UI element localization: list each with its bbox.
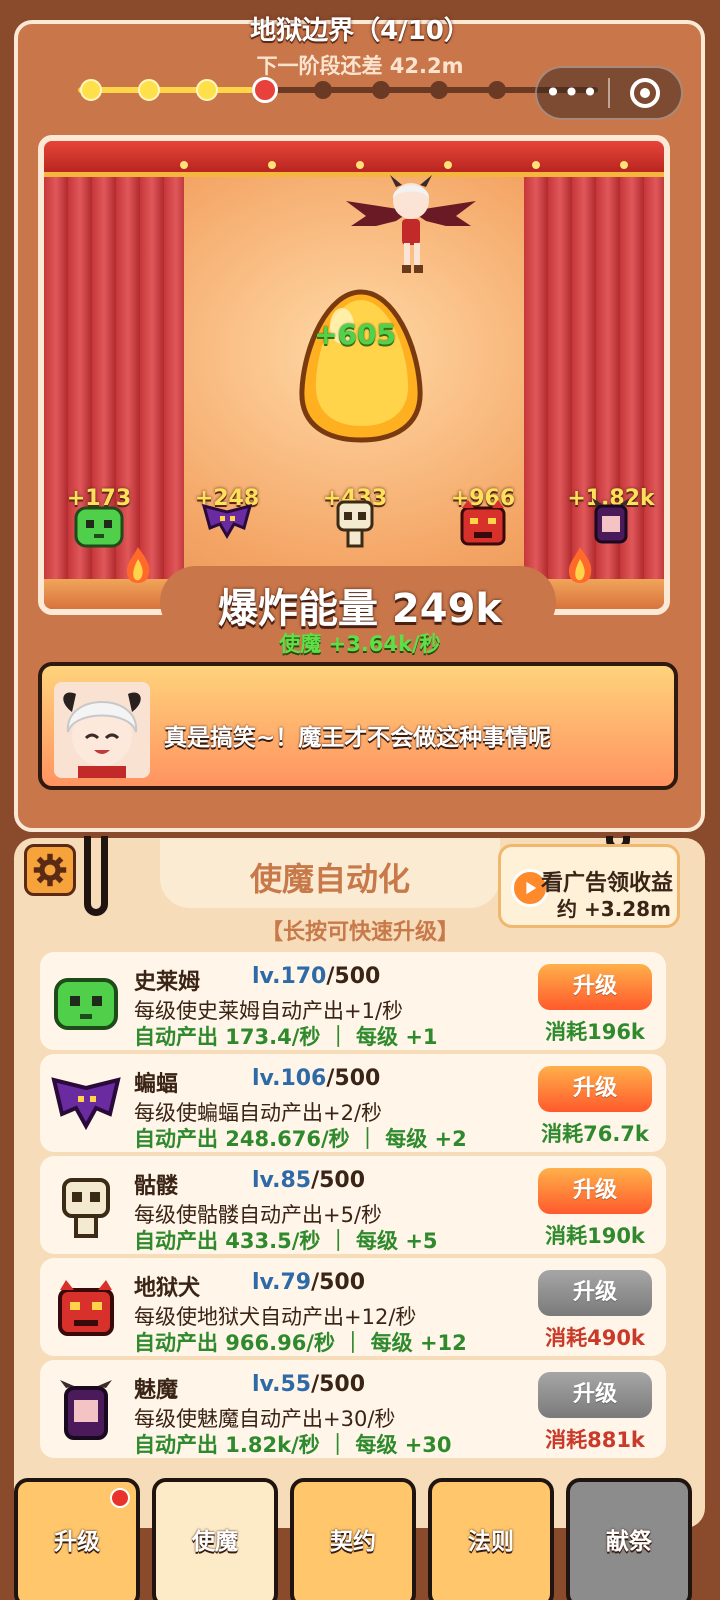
minion-auto-output: 自动产出 248.676/秒 ｜ 每级 +2 [134,1127,467,1151]
minion-name: 蝙蝠 [134,1072,179,1097]
minion-row-bat: 蝙蝠 lv.106/500 每级使蝙蝠自动产出+2/秒 自动产出 248.676… [40,1054,666,1152]
tab-label: 契约 [330,1529,376,1555]
minion-auto-output: 自动产出 433.5/秒 ｜ 每级 +5 [134,1229,438,1253]
explosion-energy-text: 爆炸能量 249k [217,586,503,632]
minion-auto-output: 自动产出 966.96/秒 ｜ 每级 +12 [134,1331,467,1355]
golden-egg[interactable] [294,286,428,446]
upgrade-button[interactable]: 升级 [538,1066,652,1112]
demon-girl-character [346,175,476,273]
upgrade-button[interactable]: 升级 [538,964,652,1010]
hellhound-icon [58,1280,114,1336]
avatar [54,682,150,778]
upgrade-cost-insufficient: 消耗881k [545,1428,645,1452]
stage-title: 地狱边界（4/10） [250,16,470,46]
panel-title: 使魔自动化 [249,860,410,898]
minion-name: 史莱姆 [134,970,201,995]
minion-level: lv.85/500 [252,1168,366,1193]
tab-label: 献祭 [606,1529,652,1555]
demon-girl-avatar-icon [54,682,150,778]
target-close-icon [630,78,661,108]
slime-sprite [74,506,124,548]
stage-progress-fill [78,87,254,93]
upgrade-cost: 消耗76.7k [541,1122,649,1146]
upgrade-button-disabled[interactable]: 升级 [538,1372,652,1418]
tab-law[interactable]: 法则 [428,1478,554,1600]
dialog-text: 真是搞笑~！魔王才不会做这种事情呢 [164,725,552,751]
progress-dot-todo [372,81,390,99]
notification-badge [110,1488,130,1508]
close-button[interactable] [610,78,681,108]
progress-dot-done [138,79,160,101]
upgrade-cost: 消耗190k [545,1224,645,1248]
tab-contract[interactable]: 契约 [290,1478,416,1600]
tab-label: 法则 [468,1529,514,1555]
tab-upgrade[interactable]: 升级 [14,1478,140,1600]
progress-dot-current [252,77,278,103]
mini-program-capsule: ••• [535,66,683,120]
bat-sprite [201,503,253,539]
upgrade-cost: 消耗196k [545,1020,645,1044]
minion-row-hellhound: 地狱犬 lv.79/500 每级使地狱犬自动产出+12/秒 自动产出 966.9… [40,1258,666,1356]
minion-row-skeleton: 骷髅 lv.85/500 每级使骷髅自动产出+5/秒 自动产出 433.5/秒 … [40,1156,666,1254]
minion-row-slime: 史莱姆 lv.170/500 每级使史莱姆自动产出+1/秒 自动产出 173.4… [40,952,666,1050]
upgrade-button-disabled[interactable]: 升级 [538,1270,652,1316]
minion-auto-output: 自动产出 173.4/秒 ｜ 每级 +1 [134,1025,438,1049]
progress-dot-done [196,79,218,101]
progress-dot-todo [488,81,506,99]
dialog-box[interactable]: 真是搞笑~！魔王才不会做这种事情呢 [38,662,678,790]
settings-button[interactable] [24,844,76,896]
minion-name: 魅魔 [134,1378,179,1403]
skeleton-icon [62,1178,110,1238]
minion-auto-output: 自动产出 1.82k/秒 ｜ 每级 +30 [134,1433,452,1457]
upgrade-cost-insufficient: 消耗490k [545,1326,645,1350]
progress-dot-done [80,79,102,101]
skeleton-sprite [336,500,374,548]
progress-dot-todo [430,81,448,99]
progress-dot-todo [314,81,332,99]
hanging-rope [84,836,108,916]
minion-name: 骷髅 [134,1174,179,1199]
hellhound-sprite [460,500,506,546]
minion-name: 地狱犬 [134,1276,201,1301]
tab-label: 升级 [54,1529,100,1555]
gear-icon [33,853,67,887]
slime-icon [54,978,118,1030]
minion-level: lv.170/500 [252,964,381,989]
tab-label: 使魔 [192,1529,238,1555]
succubus-sprite [592,498,630,544]
tab-sacrifice[interactable]: 献祭 [566,1478,692,1600]
upgrade-button[interactable]: 升级 [538,1168,652,1214]
egg-gain-text: +605 [314,318,396,351]
bat-icon [51,1077,121,1131]
minion-level: lv.106/500 [252,1066,381,1091]
minion-row-succubus: 魅魔 lv.55/500 每级使魅魔自动产出+30/秒 自动产出 1.82k/秒… [40,1360,666,1458]
long-press-hint: 【长按可快速升级】 [260,920,459,945]
tab-minions[interactable]: 使魔 [152,1478,278,1600]
minion-level: lv.79/500 [252,1270,366,1295]
more-dots-icon[interactable]: ••• [537,79,608,107]
minion-level: lv.55/500 [252,1372,366,1397]
minion-rate-text: 使魔 +3.64k/秒 [279,632,441,656]
succubus-icon [60,1380,112,1440]
